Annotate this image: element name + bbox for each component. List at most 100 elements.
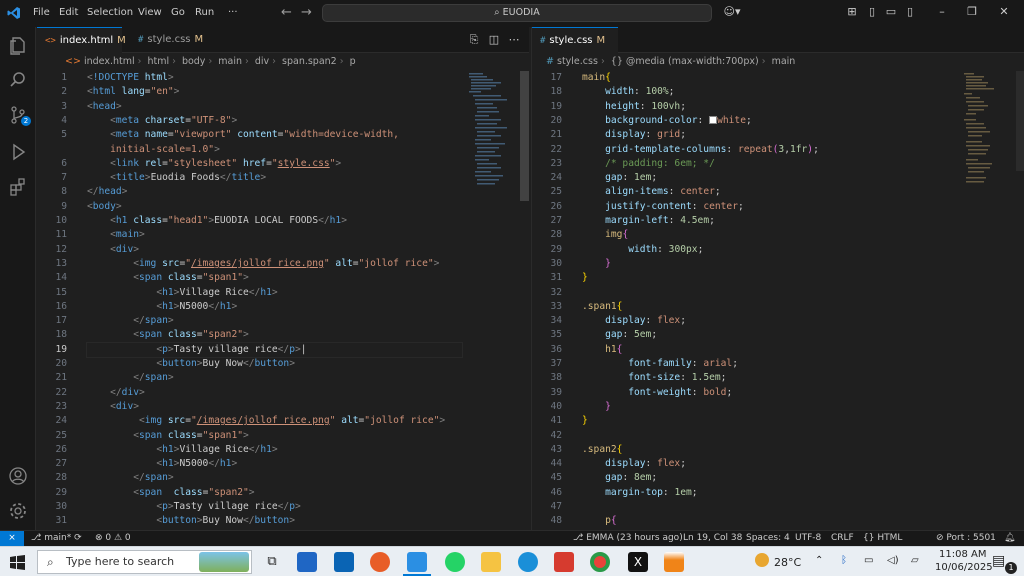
html-code-line[interactable]: <div> xyxy=(87,400,139,414)
cursor-position[interactable]: Ln 19, Col 38 xyxy=(683,531,742,546)
css-code-line[interactable]: width: 300px; xyxy=(582,243,703,257)
menu-run[interactable]: Run xyxy=(195,7,214,18)
x-twitter-icon[interactable]: X xyxy=(628,552,648,572)
copilot-icon[interactable]: ☺▾ xyxy=(722,6,742,18)
extensions-icon[interactable] xyxy=(8,177,28,197)
html-code-line[interactable]: <main> xyxy=(87,228,145,242)
css-code-line[interactable]: } xyxy=(582,257,611,271)
html-code-line[interactable]: <img src="/images/jollof rice.png" alt="… xyxy=(87,414,445,428)
html-code-line[interactable]: </span> xyxy=(87,471,173,485)
live-server-port[interactable]: ⊘ Port : 5501 xyxy=(936,531,996,546)
css-code-line[interactable]: h1{ xyxy=(582,343,622,357)
css-code-line[interactable]: display: grid; xyxy=(582,128,686,142)
html-code-line[interactable]: <meta name="viewport" content="width=dev… xyxy=(87,128,399,142)
outlook-icon[interactable] xyxy=(334,552,354,572)
manage-gear-icon[interactable] xyxy=(8,501,28,521)
html-code-line[interactable]: <button>Buy Now</button> xyxy=(87,514,295,528)
explorer-icon[interactable] xyxy=(8,35,28,55)
css-code-line[interactable]: grid-template-columns: repeat(3,1fr); xyxy=(582,143,819,157)
html-code-line[interactable]: <h1 class="head1">EUODIA LOCAL FOODS</h1… xyxy=(87,214,347,228)
html-code-line[interactable]: <meta charset="UTF-8"> xyxy=(87,114,237,128)
scrollbar-left[interactable] xyxy=(520,71,529,201)
bluetooth-icon[interactable]: ᛒ xyxy=(841,555,847,566)
css-code-line[interactable]: font-size: 1.5em; xyxy=(582,371,726,385)
breadcrumb-item[interactable]: style.css xyxy=(557,56,598,67)
menu-view[interactable]: View xyxy=(138,7,162,18)
css-code-line[interactable]: p{ xyxy=(582,514,617,528)
css-code-line[interactable]: display: flex; xyxy=(582,314,686,328)
breadcrumb-item[interactable]: {} @media (max-width:700px) xyxy=(611,56,759,67)
css-code-line[interactable]: gap: 5em; xyxy=(582,328,657,342)
html-code-line[interactable]: <span class="span2"> xyxy=(87,328,249,342)
whatsapp-icon[interactable] xyxy=(445,552,465,572)
notifications-bell-icon[interactable]: 🔔︎ xyxy=(1004,531,1015,546)
css-code-line[interactable]: gap: 1em; xyxy=(582,171,657,185)
html-code-line[interactable]: <!DOCTYPE html> xyxy=(87,71,174,85)
html-code-line[interactable]: <button>Buy Now</button> xyxy=(87,357,295,371)
html-code-line[interactable]: </head> xyxy=(87,185,127,199)
css-code-line[interactable]: } xyxy=(582,400,611,414)
minimap-right[interactable] xyxy=(962,71,1012,201)
css-code-line[interactable]: font-family: arial; xyxy=(582,357,738,371)
indentation[interactable]: Spaces: 4 xyxy=(746,531,790,546)
html-code-line[interactable]: <body> xyxy=(87,200,122,214)
tab-style-css[interactable]: # style.css M xyxy=(130,27,220,53)
vlc-icon[interactable] xyxy=(664,552,684,572)
run-debug-icon[interactable] xyxy=(8,142,28,162)
toggle-secondary-sidebar-icon[interactable]: ▯ xyxy=(904,6,916,18)
notification-center-icon[interactable]: ▤ xyxy=(992,553,1005,569)
breadcrumb-item[interactable]: main xyxy=(772,56,796,67)
menu-more[interactable]: ··· xyxy=(228,7,238,18)
restore-icon[interactable]: ❐ xyxy=(966,6,978,18)
html-code-line[interactable]: <title>Euodia Foods</title> xyxy=(87,171,266,185)
clock-time[interactable]: 11:08 AM xyxy=(939,549,986,560)
breadcrumb-item[interactable]: p xyxy=(350,56,356,67)
css-code-line[interactable]: height: 100vh; xyxy=(582,100,686,114)
firefox-icon[interactable] xyxy=(370,552,390,572)
html-code-line[interactable]: <span class="span2"> xyxy=(87,486,254,500)
app-icon[interactable] xyxy=(554,552,574,572)
css-code-line[interactable]: justify-content: center; xyxy=(582,200,744,214)
taskbar-search[interactable]: ⌕ Type here to search xyxy=(37,550,252,574)
split-editor-icon[interactable]: ◫ xyxy=(488,34,500,46)
end-of-line[interactable]: CRLF xyxy=(831,531,854,546)
microsoft-store-icon[interactable] xyxy=(297,552,317,572)
menu-selection[interactable]: Selection xyxy=(87,7,133,18)
css-code-line[interactable]: display: flex; xyxy=(582,457,686,471)
html-code-line[interactable]: </div> xyxy=(87,386,145,400)
task-view-icon[interactable]: ⧉ xyxy=(262,552,282,572)
network-icon[interactable]: ▭ xyxy=(864,555,873,566)
html-code-line[interactable]: <img src="/images/jollof rice.png" alt="… xyxy=(87,257,439,271)
close-icon[interactable]: ✕ xyxy=(998,6,1010,18)
command-center-search[interactable]: ⌕ EUODIA xyxy=(322,4,712,22)
customize-layout-icon[interactable]: ⊞ xyxy=(846,6,858,18)
html-code-line[interactable]: <head> xyxy=(87,100,122,114)
power-icon[interactable]: ▱ xyxy=(911,555,919,566)
css-code-line[interactable]: margin-left: 4.5em; xyxy=(582,214,715,228)
html-code-line[interactable]: </span> xyxy=(87,371,173,385)
css-code-line[interactable]: .span2{ xyxy=(582,443,622,457)
edge-icon[interactable] xyxy=(518,552,538,572)
css-code-line[interactable]: } xyxy=(582,271,588,285)
toggle-panel-icon[interactable]: ▭ xyxy=(885,6,897,18)
minimap-left[interactable] xyxy=(467,71,517,201)
remote-indicator-icon[interactable]: ⨯ xyxy=(0,531,24,547)
file-explorer-icon[interactable] xyxy=(481,552,501,572)
css-code-line[interactable]: main{ xyxy=(582,71,611,85)
css-code-line[interactable]: width: 100%; xyxy=(582,85,674,99)
css-code-line[interactable]: } xyxy=(582,414,588,428)
toggle-primary-sidebar-icon[interactable]: ▯ xyxy=(866,6,878,18)
html-code-line[interactable]: <h1>Village Rice</h1> xyxy=(87,286,277,300)
clock-date[interactable]: 10/06/2025 xyxy=(935,562,993,573)
search-icon[interactable] xyxy=(8,70,28,90)
breadcrumb-item[interactable]: body xyxy=(182,56,206,67)
windows-start-icon[interactable] xyxy=(10,555,25,570)
html-code-line[interactable]: <link rel="stylesheet" href="style.css"> xyxy=(87,157,341,171)
html-code-line[interactable]: </span> xyxy=(87,314,173,328)
css-code-line[interactable]: margin-top: 1em; xyxy=(582,486,697,500)
css-code-line[interactable]: /* padding: 6em; */ xyxy=(582,157,715,171)
html-code-line[interactable]: <h1>N5000</h1> xyxy=(87,457,237,471)
breadcrumb-item[interactable]: div xyxy=(255,56,269,67)
css-code-line[interactable]: font-weight: bold; xyxy=(582,386,732,400)
source-control-icon[interactable]: 2 xyxy=(8,105,31,126)
